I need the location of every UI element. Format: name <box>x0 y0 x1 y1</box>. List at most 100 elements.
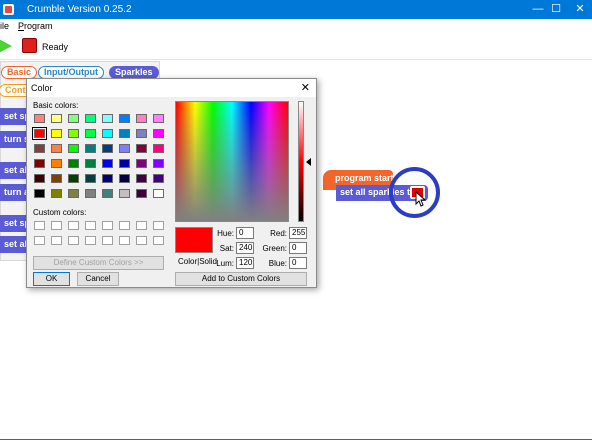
basic-color-swatch[interactable] <box>85 174 96 183</box>
basic-color-swatch[interactable] <box>102 174 113 183</box>
custom-color-swatch[interactable] <box>119 236 130 245</box>
basic-color-swatch[interactable] <box>136 189 147 198</box>
basic-color-swatch[interactable] <box>51 189 62 198</box>
basic-color-swatch[interactable] <box>51 159 62 168</box>
hue-field[interactable]: 0 <box>236 227 254 239</box>
toolbar: Ready <box>0 33 592 60</box>
basic-color-swatch[interactable] <box>68 159 79 168</box>
custom-color-swatch[interactable] <box>68 236 79 245</box>
custom-color-swatch[interactable] <box>51 236 62 245</box>
basic-color-swatch[interactable] <box>153 174 164 183</box>
basic-color-swatch[interactable] <box>51 174 62 183</box>
custom-color-swatch[interactable] <box>85 221 96 230</box>
lum-field[interactable]: 120 <box>236 257 254 269</box>
color-preview <box>175 227 213 253</box>
basic-color-swatch[interactable] <box>68 114 79 123</box>
color-solid-label: Color|Solid <box>178 257 217 266</box>
menu-file[interactable]: ile <box>0 21 9 31</box>
custom-color-swatch[interactable] <box>34 221 45 230</box>
add-to-custom-colors-button[interactable]: Add to Custom Colors <box>175 272 307 286</box>
basic-color-swatch[interactable] <box>136 114 147 123</box>
basic-color-swatch[interactable] <box>34 144 45 153</box>
basic-color-swatch[interactable] <box>68 129 79 138</box>
custom-color-swatch[interactable] <box>85 236 96 245</box>
dialog-close-button[interactable]: ✕ <box>301 81 310 94</box>
basic-color-swatch[interactable] <box>85 114 96 123</box>
basic-color-swatch[interactable] <box>119 114 130 123</box>
green-label: Green: <box>262 244 287 253</box>
green-field[interactable]: 0 <box>289 242 307 254</box>
custom-color-swatch[interactable] <box>136 221 147 230</box>
basic-color-swatch[interactable] <box>119 174 130 183</box>
basic-color-swatch[interactable] <box>153 159 164 168</box>
custom-color-swatch[interactable] <box>102 221 113 230</box>
status-text: Ready <box>42 42 69 52</box>
basic-color-swatch[interactable] <box>68 144 79 153</box>
basic-color-swatch[interactable] <box>136 174 147 183</box>
custom-color-swatch[interactable] <box>153 221 164 230</box>
menu-bar: ile Program <box>0 19 592 33</box>
menu-program[interactable]: Program <box>18 21 53 31</box>
dialog-title-bar: Color ✕ <box>27 79 316 97</box>
basic-color-swatch[interactable] <box>34 189 45 198</box>
basic-color-swatch[interactable] <box>119 159 130 168</box>
stop-button[interactable] <box>22 38 37 53</box>
basic-color-swatch[interactable] <box>102 189 113 198</box>
basic-color-swatch[interactable] <box>85 159 96 168</box>
menu-program-label: rogram <box>24 21 53 31</box>
basic-color-swatch[interactable] <box>119 129 130 138</box>
blue-field[interactable]: 0 <box>289 257 307 269</box>
basic-color-swatch[interactable] <box>34 114 45 123</box>
basic-color-swatch[interactable] <box>102 129 113 138</box>
basic-color-swatch[interactable] <box>102 159 113 168</box>
basic-color-swatch[interactable] <box>153 144 164 153</box>
basic-color-swatch[interactable] <box>153 129 164 138</box>
custom-color-swatch[interactable] <box>136 236 147 245</box>
custom-color-swatch[interactable] <box>68 221 79 230</box>
crumble-app: Crumble Version 0.25.2 — ☐ ✕ ile Program… <box>0 0 592 444</box>
custom-color-swatch[interactable] <box>34 236 45 245</box>
basic-color-swatch[interactable] <box>32 127 47 140</box>
basic-color-swatch[interactable] <box>68 174 79 183</box>
basic-color-swatch[interactable] <box>136 129 147 138</box>
luminosity-pointer-icon[interactable] <box>306 158 311 166</box>
basic-color-swatch[interactable] <box>51 144 62 153</box>
basic-color-swatch[interactable] <box>119 144 130 153</box>
sat-field[interactable]: 240 <box>236 242 254 254</box>
dialog-title: Color <box>31 83 53 93</box>
basic-color-swatch[interactable] <box>153 189 164 198</box>
basic-color-swatch[interactable] <box>68 189 79 198</box>
basic-color-swatch[interactable] <box>102 144 113 153</box>
color-dialog: Color ✕ Basic colors: Custom colors: Def… <box>26 78 317 288</box>
custom-colors-label: Custom colors: <box>33 208 87 217</box>
basic-color-swatch[interactable] <box>34 174 45 183</box>
luminosity-slider[interactable] <box>298 101 304 222</box>
basic-color-swatch[interactable] <box>51 129 62 138</box>
close-button[interactable]: ✕ <box>562 0 592 19</box>
red-field[interactable]: 255 <box>289 227 307 239</box>
play-icon[interactable] <box>0 38 12 54</box>
basic-color-swatch[interactable] <box>51 114 62 123</box>
custom-color-swatch[interactable] <box>153 236 164 245</box>
cancel-button[interactable]: Cancel <box>77 272 119 286</box>
basic-color-swatch[interactable] <box>34 159 45 168</box>
lum-label: Lum: <box>216 259 234 268</box>
basic-color-swatch[interactable] <box>102 114 113 123</box>
basic-color-swatch[interactable] <box>119 189 130 198</box>
basic-color-swatch[interactable] <box>85 189 96 198</box>
basic-color-swatch[interactable] <box>153 114 164 123</box>
basic-color-swatch[interactable] <box>136 144 147 153</box>
sat-label: Sat: <box>219 244 234 253</box>
custom-color-swatch[interactable] <box>102 236 113 245</box>
color-spectrum[interactable] <box>175 101 289 222</box>
custom-color-swatch[interactable] <box>51 221 62 230</box>
blue-label: Blue: <box>268 259 287 268</box>
window-title: Crumble Version 0.25.2 <box>27 4 132 15</box>
basic-color-swatch[interactable] <box>85 129 96 138</box>
basic-color-swatch[interactable] <box>85 144 96 153</box>
ok-button[interactable]: OK <box>33 272 70 286</box>
basic-color-swatch[interactable] <box>136 159 147 168</box>
custom-color-swatch[interactable] <box>119 221 130 230</box>
define-custom-colors-button[interactable]: Define Custom Colors >> <box>33 256 164 270</box>
basic-colors-label: Basic colors: <box>33 101 79 110</box>
